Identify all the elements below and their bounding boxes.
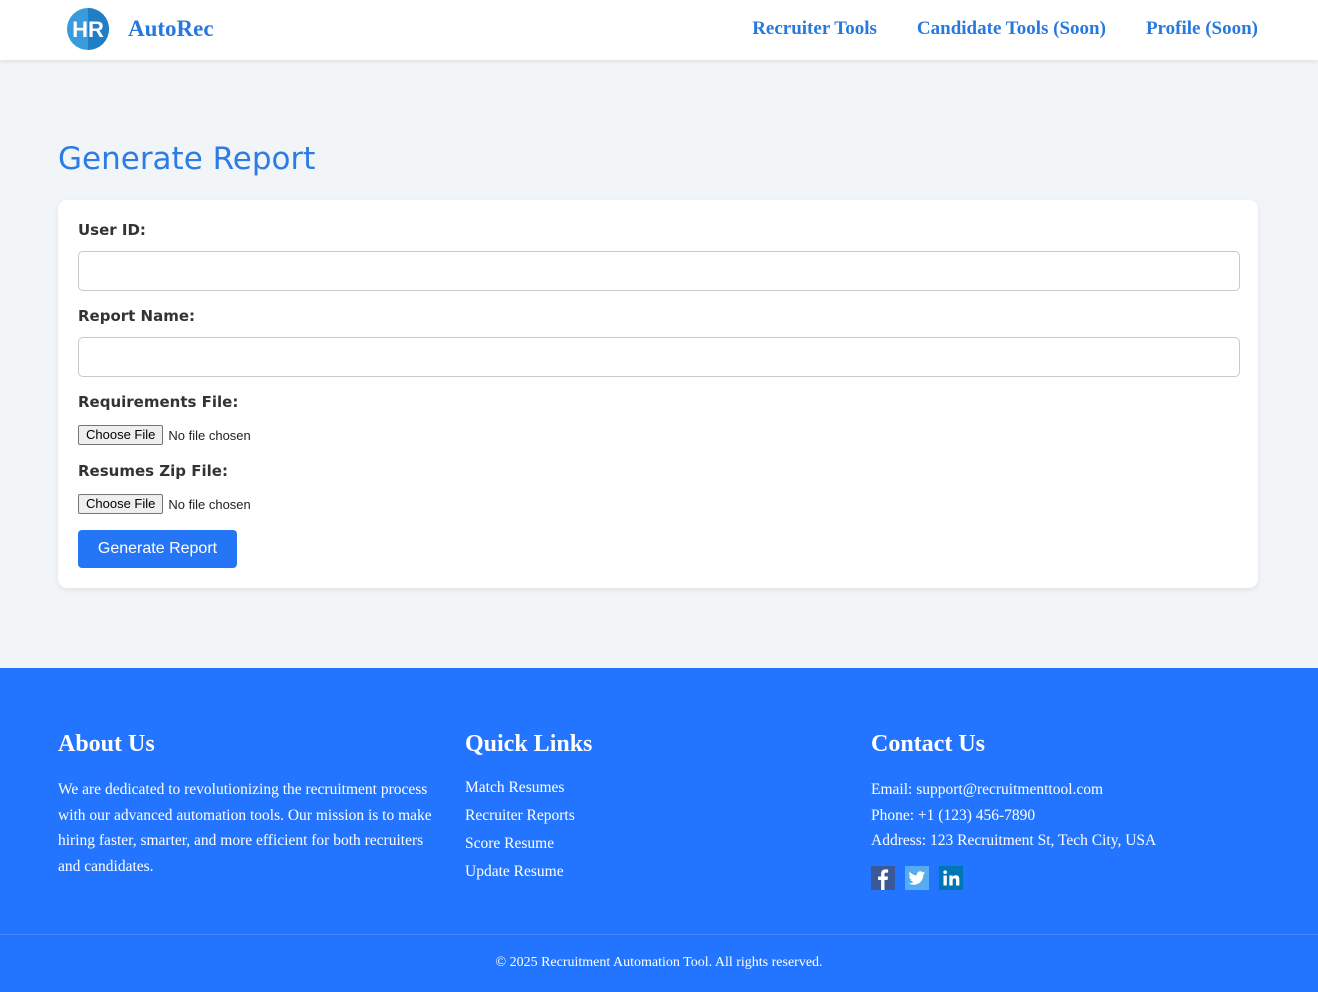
link-match-resumes[interactable]: Match Resumes (465, 774, 575, 802)
top-header: HR AutoRec Recruiter Tools Candidate Too… (0, 0, 1318, 60)
requirements-choose-file-button[interactable]: Choose File (78, 425, 164, 445)
about-text: We are dedicated to revolutionizing the … (58, 781, 432, 875)
resumes-file-status: No file chosen (168, 496, 251, 512)
nav-candidate-tools[interactable]: Candidate Tools (Soon) (917, 18, 1106, 40)
about-heading: About Us (58, 731, 155, 757)
contact-details: Email: support@recruitmenttool.com Phone… (871, 777, 1156, 854)
hr-logo-icon[interactable]: HR (66, 7, 110, 51)
requirements-file-status: No file chosen (168, 427, 251, 443)
link-update-resume[interactable]: Update Resume (465, 858, 575, 886)
resumes-zip-file-input: Choose File No file chosen (78, 494, 251, 514)
nav-recruiter-tools[interactable]: Recruiter Tools (752, 18, 877, 40)
contact-phone: Phone: +1 (123) 456-7890 (871, 806, 1036, 824)
main-nav: Recruiter Tools Candidate Tools (Soon) P… (752, 18, 1258, 40)
contact-email[interactable]: Email: support@recruitmenttool.com (871, 777, 1156, 803)
copyright-text: © 2025 Recruitment Automation Tool. All … (495, 955, 823, 970)
requirements-file-label: Requirements File: (78, 393, 239, 411)
facebook-icon[interactable] (871, 866, 895, 890)
linkedin-icon[interactable] (939, 866, 963, 890)
page-title: Generate Report (58, 141, 316, 177)
link-recruiter-reports[interactable]: Recruiter Reports (465, 802, 575, 830)
user-id-label: User ID: (78, 221, 146, 239)
twitter-icon[interactable] (905, 866, 929, 890)
site-footer: About Us We are dedicated to revolutioni… (0, 668, 1318, 992)
requirements-file-input: Choose File No file chosen (78, 425, 251, 445)
resumes-choose-file-button[interactable]: Choose File (78, 494, 164, 514)
resumes-zip-file-label: Resumes Zip File: (78, 462, 228, 480)
contact-heading: Contact Us (871, 731, 985, 757)
brand-name[interactable]: AutoRec (128, 16, 214, 42)
quick-links-heading: Quick Links (465, 731, 593, 757)
report-name-label: Report Name: (78, 307, 196, 325)
generate-report-button[interactable]: Generate Report (78, 530, 237, 568)
svg-text:HR: HR (72, 17, 104, 42)
about-section: About Us (58, 731, 155, 758)
footer-divider (0, 934, 1318, 935)
social-links (871, 866, 963, 890)
nav-profile[interactable]: Profile (Soon) (1146, 18, 1258, 40)
user-id-input[interactable] (78, 251, 1240, 291)
quick-links-list: Match Resumes Recruiter Reports Score Re… (465, 774, 575, 886)
report-form: User ID: Report Name: Requirements File:… (58, 200, 1258, 588)
contact-address: Address: 123 Recruitment St, Tech City, … (871, 832, 1157, 849)
contact-section: Contact Us (871, 731, 985, 758)
report-name-input[interactable] (78, 337, 1240, 377)
link-score-resume[interactable]: Score Resume (465, 830, 575, 858)
quick-links-section: Quick Links (465, 731, 592, 758)
